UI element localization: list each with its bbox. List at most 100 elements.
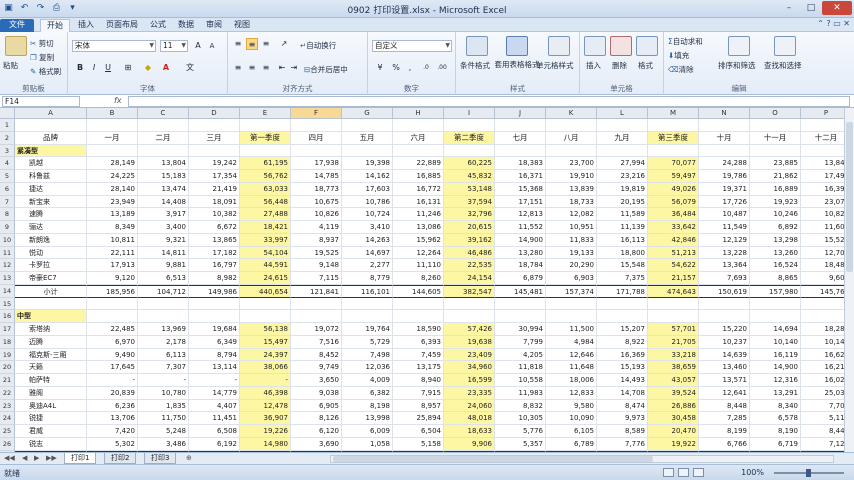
value-cell[interactable]: 24,288	[699, 157, 750, 170]
column-header-f[interactable]: F	[291, 108, 342, 119]
format-painter-button[interactable]: ✎ 格式刷	[30, 66, 61, 77]
value-cell[interactable]: 20,839	[87, 386, 138, 400]
autosum-button[interactable]: Σ自动求和	[668, 36, 703, 47]
sheet-nav-prev-icon[interactable]: ◀	[22, 454, 27, 462]
table-cell[interactable]	[444, 144, 495, 158]
value-cell[interactable]: 6,504	[393, 425, 444, 438]
value-cell[interactable]: 6,120	[291, 425, 342, 438]
value-cell[interactable]: 13,474	[138, 182, 189, 196]
value-cell[interactable]: 185,956	[87, 284, 138, 298]
value-cell[interactable]: 12,036	[342, 361, 393, 374]
value-cell[interactable]: 10,951	[546, 221, 597, 234]
value-cell[interactable]: 8,922	[597, 335, 648, 349]
value-cell[interactable]: 3,690	[291, 437, 342, 451]
table-cell[interactable]	[444, 297, 495, 311]
value-cell[interactable]: 11,549	[699, 221, 750, 234]
value-cell[interactable]: 18,784	[495, 259, 546, 272]
tab-view[interactable]: 视图	[228, 19, 256, 32]
value-cell[interactable]: 10,487	[699, 208, 750, 221]
value-cell[interactable]: 11,552	[495, 221, 546, 234]
value-cell[interactable]: 15,368	[495, 182, 546, 196]
table-cell[interactable]	[189, 144, 240, 158]
table-cell[interactable]	[546, 144, 597, 158]
value-cell[interactable]: 4,205	[495, 348, 546, 362]
column-title-cell[interactable]: 十一月	[750, 131, 801, 145]
row-header[interactable]: 20	[0, 361, 15, 374]
value-cell[interactable]: 14,900	[750, 361, 801, 374]
value-cell[interactable]: 13,865	[189, 233, 240, 247]
column-title-cell[interactable]: 八月	[546, 131, 597, 145]
value-cell[interactable]: 149,986	[189, 284, 240, 298]
close-icon[interactable]: ✕	[822, 1, 852, 15]
value-cell[interactable]: 45,832	[444, 170, 495, 183]
shrink-font-icon[interactable]: A	[206, 40, 218, 52]
value-cell[interactable]: 22,485	[87, 323, 138, 336]
increase-indent-icon[interactable]: ⇥	[288, 62, 300, 74]
value-cell[interactable]: 10,780	[138, 386, 189, 400]
value-cell[interactable]: 9,906	[444, 437, 495, 451]
font-name-combo[interactable]: 宋体 ▼	[72, 40, 156, 52]
tab-page-layout[interactable]: 页面布局	[100, 19, 144, 32]
maximize-icon[interactable]: □	[800, 1, 822, 15]
value-cell[interactable]: 5,357	[495, 437, 546, 451]
sort-filter-button[interactable]: 排序和筛选	[718, 60, 756, 71]
brand-cell[interactable]: 卡罗拉	[15, 259, 87, 272]
help-icon[interactable]: ⌃ ? ▭ ✕	[817, 19, 850, 28]
italic-icon[interactable]: I	[88, 62, 100, 74]
value-cell[interactable]: 18,006	[546, 374, 597, 387]
value-cell[interactable]: 10,558	[495, 374, 546, 387]
value-cell[interactable]: -	[240, 374, 291, 387]
value-cell[interactable]: 18,773	[291, 182, 342, 196]
value-cell[interactable]: 13,291	[750, 386, 801, 400]
value-cell[interactable]: 7,307	[138, 361, 189, 374]
value-cell[interactable]: 2,178	[138, 335, 189, 349]
vertical-scroll-thumb[interactable]	[846, 122, 853, 272]
value-cell[interactable]: 17,603	[342, 182, 393, 196]
row-header[interactable]: 25	[0, 425, 15, 438]
table-cell[interactable]	[750, 297, 801, 311]
brand-cell[interactable]: 骊达	[15, 221, 87, 234]
align-bottom-icon[interactable]: ≡	[260, 38, 272, 50]
table-cell[interactable]	[138, 119, 189, 132]
value-cell[interactable]: 9,580	[546, 399, 597, 413]
value-cell[interactable]: 28,149	[87, 157, 138, 170]
value-cell[interactable]: 19,072	[291, 323, 342, 336]
value-cell[interactable]: 8,190	[750, 425, 801, 438]
tab-data[interactable]: 数据	[172, 19, 200, 32]
table-cell[interactable]	[495, 297, 546, 311]
value-cell[interactable]: -	[138, 374, 189, 387]
row-header[interactable]: 18	[0, 335, 15, 349]
column-header-b[interactable]: B	[87, 108, 138, 119]
tab-insert[interactable]: 插入	[72, 19, 100, 32]
value-cell[interactable]: 11,500	[546, 323, 597, 336]
minimize-icon[interactable]: –	[778, 1, 800, 15]
table-cell[interactable]	[240, 144, 291, 158]
value-cell[interactable]: 57,701	[648, 323, 699, 336]
row-header[interactable]: 14	[0, 284, 15, 298]
value-cell[interactable]: 19,133	[546, 246, 597, 260]
value-cell[interactable]: 51,213	[648, 246, 699, 260]
value-cell[interactable]: 7,420	[87, 425, 138, 438]
value-cell[interactable]: 13,364	[699, 259, 750, 272]
align-top-icon[interactable]: ≡	[232, 38, 244, 50]
table-cell[interactable]	[87, 297, 138, 311]
column-header-i[interactable]: I	[444, 108, 495, 119]
delete-cells-button[interactable]: 删除	[612, 60, 627, 71]
value-cell[interactable]: 11,110	[393, 259, 444, 272]
tab-home[interactable]: 开始	[40, 19, 70, 32]
value-cell[interactable]: 11,818	[495, 361, 546, 374]
format-cells-button[interactable]: 格式	[638, 60, 653, 71]
value-cell[interactable]: 56,138	[240, 323, 291, 336]
column-title-cell[interactable]: 一月	[87, 131, 138, 145]
value-cell[interactable]: 23,949	[87, 195, 138, 209]
value-cell[interactable]: 13,706	[87, 412, 138, 425]
value-cell[interactable]: 36,907	[240, 412, 291, 425]
value-cell[interactable]: 382,547	[444, 284, 495, 298]
value-cell[interactable]: 116,101	[342, 284, 393, 298]
value-cell[interactable]: 9,749	[291, 361, 342, 374]
brand-cell[interactable]: 科鲁兹	[15, 170, 87, 183]
value-cell[interactable]: 13,260	[750, 246, 801, 260]
value-cell[interactable]: 144,605	[393, 284, 444, 298]
row-header[interactable]: 24	[0, 412, 15, 425]
copy-button[interactable]: ❐ 复制	[30, 52, 54, 63]
